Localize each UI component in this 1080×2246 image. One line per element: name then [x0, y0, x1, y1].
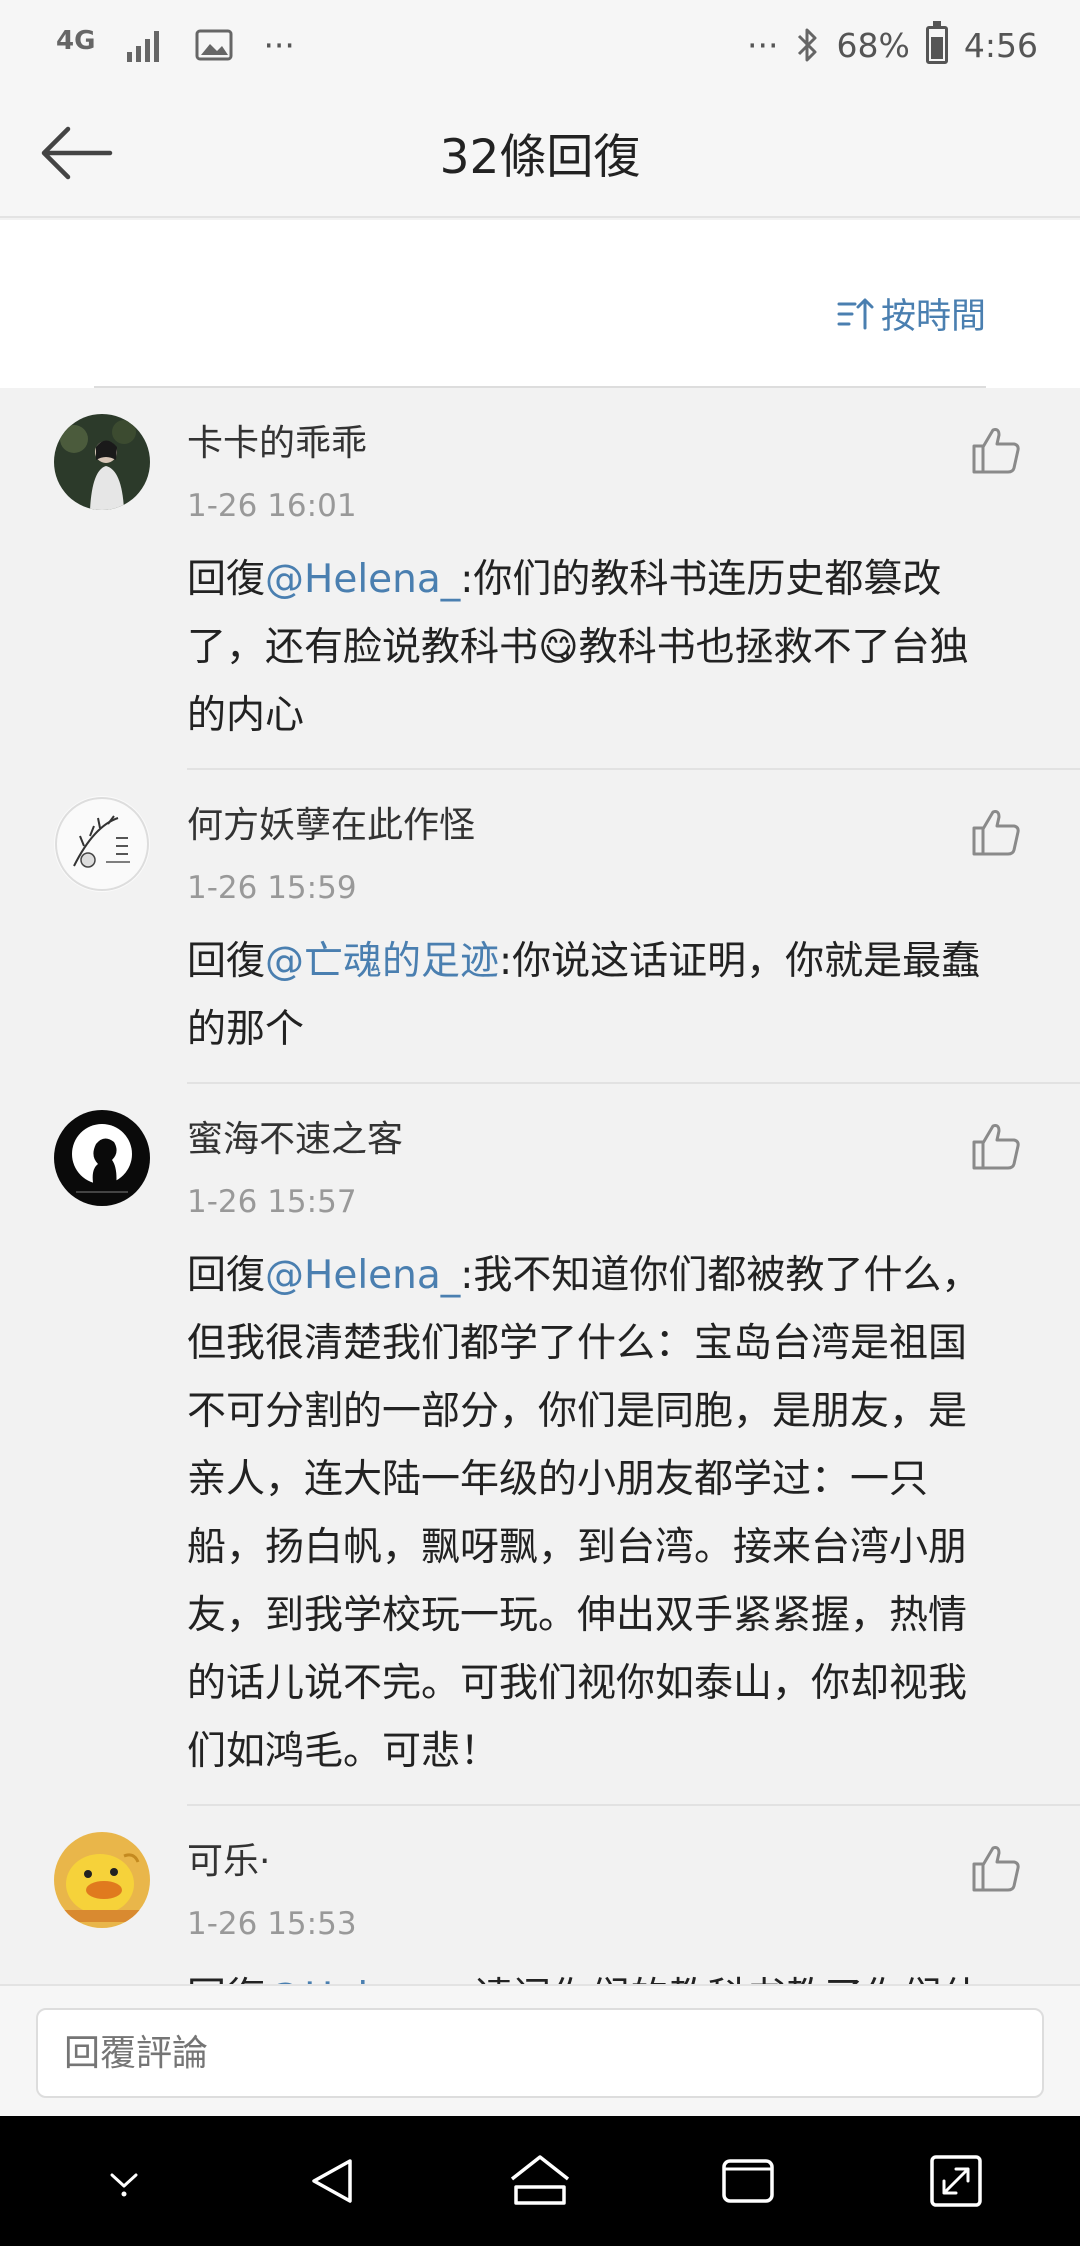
comment-item: 何方妖孽在此作怪 1-26 15:59 回復@亡魂的足迹:你说这话证明，你就是最…	[0, 770, 1080, 1084]
sort-label: 按時間	[880, 297, 986, 337]
comment-author[interactable]: 蜜海不速之客	[187, 1110, 1000, 1170]
recent-apps-icon	[722, 2159, 774, 2203]
avatar[interactable]	[54, 796, 150, 892]
hide-navbar-button[interactable]	[84, 2141, 164, 2221]
thumbs-up-icon	[972, 1124, 1020, 1170]
comment-text: 回復@亡魂的足迹:你说这话证明，你就是最蠢的那个	[187, 928, 1000, 1082]
page-title: 32條回復	[439, 130, 641, 185]
more-notifications-icon: ···	[263, 25, 295, 65]
avatar[interactable]	[54, 1110, 150, 1206]
battery-percent: 68%	[836, 25, 910, 65]
chevron-down-icon	[110, 2173, 138, 2197]
thumbs-up-icon	[972, 428, 1020, 474]
reply-prefix: 回復	[187, 939, 266, 984]
battery-fill	[930, 37, 943, 59]
like-button[interactable]	[970, 1120, 1022, 1172]
comment-text: 回復@Helena_:你们的教科书连历史都篡改了，还有脸说教科书😋教科书也拯救不…	[187, 546, 1000, 768]
comment-author[interactable]: 卡卡的乖乖	[187, 414, 1000, 474]
bluetooth-icon	[797, 28, 817, 62]
like-button[interactable]	[970, 1842, 1022, 1894]
comment-content: :我不知道你们都被教了什么，但我很清楚我们都学了什么：宝岛台湾是祖国不可分割的一…	[187, 1253, 981, 1774]
network-type: 4G	[56, 26, 96, 56]
back-nav-button[interactable]	[292, 2141, 372, 2221]
sort-by-time-button[interactable]: 按時間	[837, 288, 986, 339]
mention-link[interactable]: @Helena_	[265, 1253, 460, 1298]
like-button[interactable]	[970, 806, 1022, 858]
navigation-bar	[0, 2116, 1080, 2246]
mention-link[interactable]: @Helena_	[265, 557, 460, 602]
thumbs-up-icon	[972, 1846, 1020, 1892]
comment-item: 可乐· 1-26 15:53 回復@Helena_:请问你们的教科书教了你们什	[0, 1806, 1080, 1984]
header: 32條回復	[0, 90, 1080, 218]
status-right: ··· 68% 4:56	[747, 21, 1038, 65]
sort-bar: 按時間	[0, 220, 1080, 388]
comment-content: :请问你们的教科书教了你们什	[460, 1975, 980, 1984]
avatar[interactable]	[54, 1832, 150, 1928]
expand-button[interactable]	[916, 2141, 996, 2221]
home-button[interactable]	[500, 2141, 580, 2221]
comment-author[interactable]: 何方妖孽在此作怪	[187, 796, 1000, 856]
sort-icon	[837, 298, 874, 329]
status-bar: 4G ··· ··· 68% 4:56	[0, 0, 1080, 90]
like-button[interactable]	[970, 424, 1022, 476]
mention-link[interactable]: @Helena_	[265, 1975, 460, 1984]
image-notification-icon	[195, 29, 233, 61]
mention-link[interactable]: @亡魂的足迹	[265, 939, 499, 984]
signal-icon	[127, 31, 160, 62]
reply-prefix: 回復	[187, 1975, 265, 1984]
comment-text: 回復@Helena_:我不知道你们都被教了什么，但我很清楚我们都学了什么：宝岛台…	[187, 1242, 1000, 1804]
comment-text: 回復@Helena_:请问你们的教科书教了你们什	[187, 1964, 1000, 1984]
reply-input[interactable]	[36, 2008, 1044, 2098]
battery-icon	[925, 21, 948, 64]
reply-prefix: 回復	[187, 557, 266, 602]
comment-list[interactable]: 卡卡的乖乖 1-26 16:01 回復@Helena_:你们的教科书连历史都篡改…	[0, 388, 1080, 1984]
thumbs-up-icon	[972, 810, 1020, 856]
more-status-icon: ···	[747, 25, 779, 65]
back-triangle-icon	[312, 2159, 352, 2203]
status-left: 4G ···	[56, 26, 295, 65]
recent-apps-button[interactable]	[708, 2141, 788, 2221]
comment-time: 1-26 15:59	[187, 870, 357, 906]
reply-bar	[0, 1984, 1080, 2116]
reply-prefix: 回復	[187, 1253, 266, 1298]
expand-icon	[930, 2155, 982, 2207]
comment-time: 1-26 16:01	[187, 488, 357, 524]
comment-time: 1-26 15:57	[187, 1184, 357, 1220]
clock: 4:56	[963, 25, 1038, 65]
comment-time: 1-26 15:53	[187, 1906, 357, 1942]
home-icon	[510, 2155, 570, 2205]
comment-item: 蜜海不速之客 1-26 15:57 回復@Helena_:我不知道你们都被教了什…	[0, 1084, 1080, 1806]
comment-item: 卡卡的乖乖 1-26 16:01 回復@Helena_:你们的教科书连历史都篡改…	[0, 388, 1080, 770]
avatar[interactable]	[54, 414, 150, 510]
comment-author[interactable]: 可乐·	[187, 1832, 1000, 1892]
